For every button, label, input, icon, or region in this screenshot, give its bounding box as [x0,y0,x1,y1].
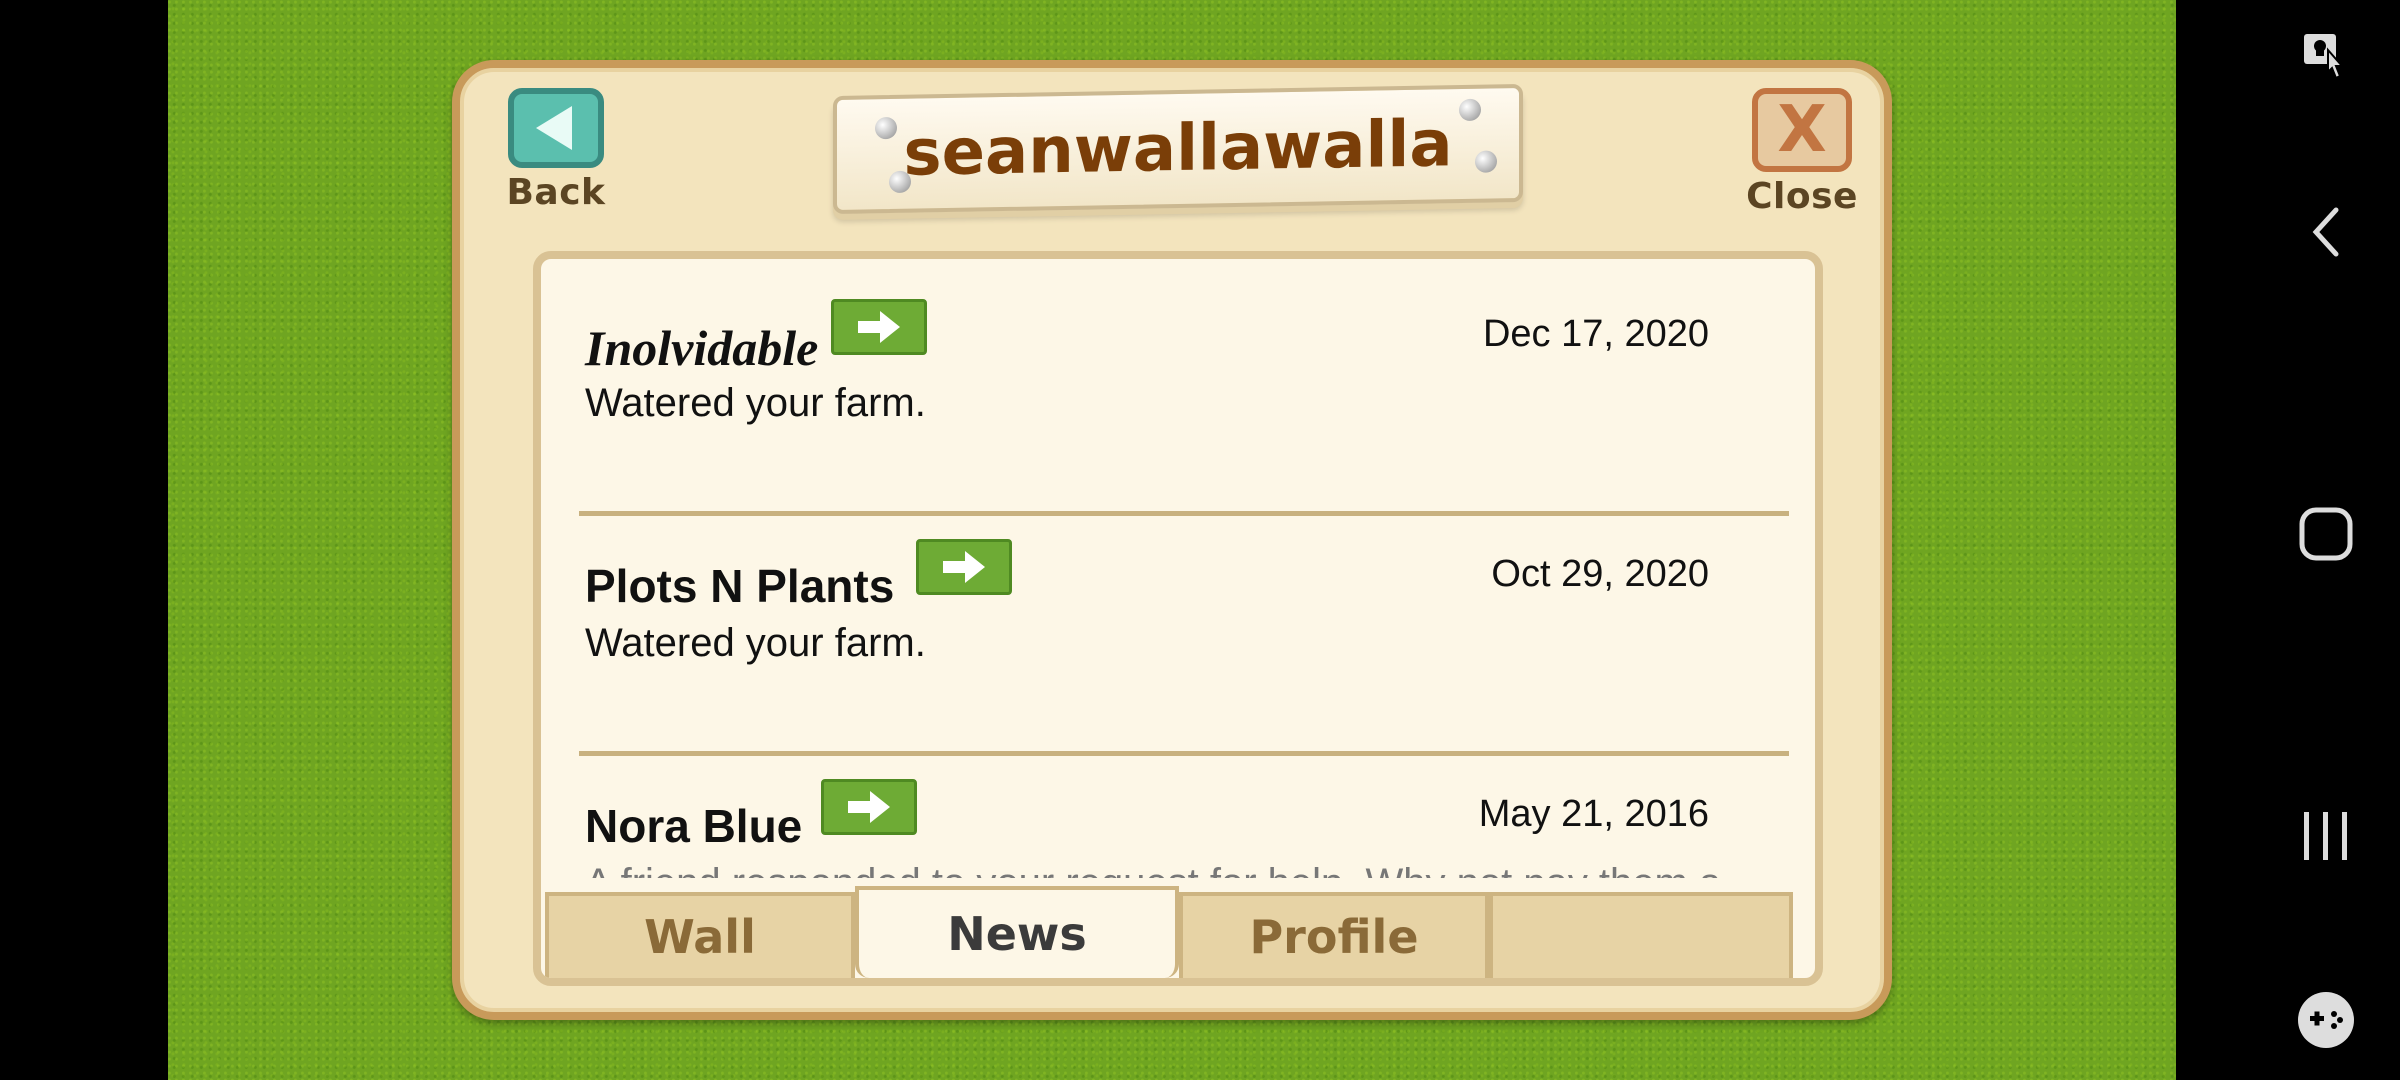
tab-empty[interactable] [1489,892,1793,978]
news-date: Oct 29, 2020 [1491,553,1709,595]
visit-farm-button[interactable] [831,299,927,355]
news-message: Watered your farm. [585,621,926,665]
visit-farm-button[interactable] [821,779,917,835]
title-sign: seanwallawalla [833,83,1523,215]
news-date: Dec 17, 2020 [1482,313,1709,355]
close-icon: X [1752,88,1852,172]
home-nav-icon[interactable] [2296,504,2356,564]
friend-name: Nora Blue [585,800,803,852]
list-item: Nora Blue May 21, 2016 A friend responde… [585,769,1799,878]
back-label: Back [506,172,606,213]
tab-news[interactable]: News [855,886,1179,978]
screen-touch-lock-icon[interactable] [2296,26,2356,86]
close-label: Close [1746,176,1858,217]
news-feed: Inolvidable Dec 17, 2020 Watered your fa… [541,259,1815,878]
list-item: Plots N Plants Oct 29, 2020 Watered your… [585,529,1799,769]
friend-name: Plots N Plants [585,560,895,612]
back-arrow-icon [508,88,604,168]
list-item: Inolvidable Dec 17, 2020 Watered your fa… [585,289,1799,529]
page-title: seanwallawalla [903,107,1453,191]
visit-farm-button[interactable] [916,539,1012,595]
back-button[interactable]: Back [496,88,616,213]
tab-profile[interactable]: Profile [1179,892,1489,978]
tab-label: Profile [1249,910,1419,964]
arrow-right-icon [848,791,890,823]
news-sheet: Inolvidable Dec 17, 2020 Watered your fa… [533,251,1823,986]
news-message: Watered your farm. [585,381,926,425]
game-launcher-icon[interactable] [2296,990,2356,1050]
arrow-right-icon [943,551,985,583]
close-button[interactable]: X Close [1742,88,1862,217]
back-nav-icon[interactable] [2296,202,2356,262]
tab-label: News [947,907,1087,961]
divider [579,511,1789,516]
tab-wall[interactable]: Wall [545,892,855,978]
news-date: May 21, 2016 [1478,793,1709,835]
divider [579,751,1789,756]
tab-label: Wall [644,910,756,964]
arrow-right-icon [858,311,900,343]
friend-name: Inolvidable [585,320,819,376]
recent-apps-icon[interactable] [2296,806,2356,866]
system-nav-bar [2176,0,2400,1080]
news-message: A friend responded to your request for h… [585,861,1721,878]
tab-bar: Wall News Profile [541,878,1815,978]
news-panel: Back seanwallawalla X Close Inolvidable … [452,60,1892,1020]
